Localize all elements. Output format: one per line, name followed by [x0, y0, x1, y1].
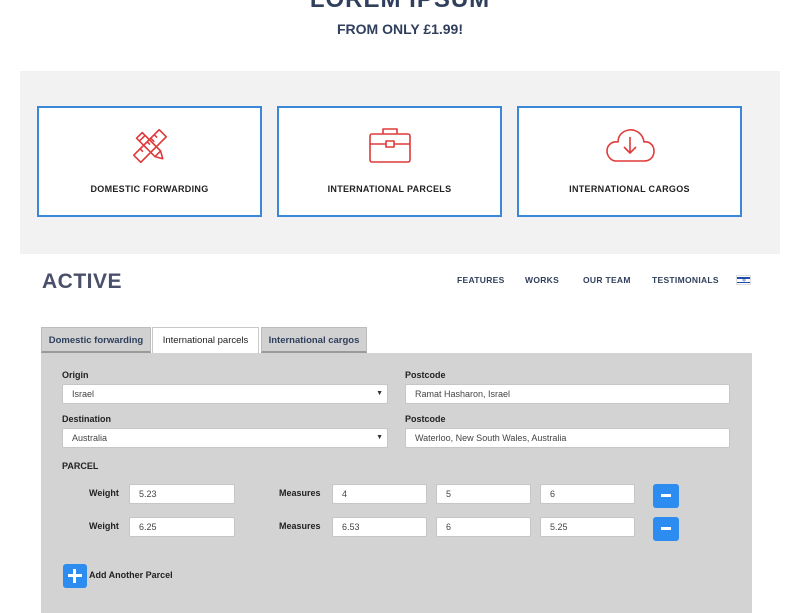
- add-parcel-button[interactable]: [63, 564, 87, 588]
- measure-height-input[interactable]: 6: [540, 484, 635, 504]
- origin-postcode-input[interactable]: Ramat Hasharon, Israel: [405, 384, 730, 404]
- service-label: DOMESTIC FORWARDING: [90, 184, 209, 194]
- measure-width-input[interactable]: 5: [436, 484, 531, 504]
- chevron-down-icon: ▼: [376, 390, 383, 397]
- destination-label: Destination: [62, 414, 112, 424]
- origin-select[interactable]: Israel ▼: [62, 384, 388, 404]
- nav-item-works[interactable]: WORKS: [525, 275, 559, 285]
- parcel-heading: PARCEL: [62, 461, 99, 471]
- tab-domestic-forwarding[interactable]: Domestic forwarding: [41, 327, 151, 353]
- add-parcel-label[interactable]: Add Another Parcel: [89, 570, 173, 580]
- measure-length-input[interactable]: 4: [332, 484, 427, 504]
- service-card-international-cargos[interactable]: INTERNATIONAL CARGOS: [517, 106, 742, 217]
- briefcase-icon: [368, 128, 411, 163]
- nav-item-features[interactable]: FEATURES: [457, 275, 505, 285]
- israel-flag-icon[interactable]: ✡: [736, 275, 751, 285]
- pencil-ruler-icon: [132, 128, 167, 164]
- tab-international-cargos[interactable]: International cargos: [261, 327, 367, 353]
- destination-postcode-label: Postcode: [405, 414, 446, 424]
- weight-input[interactable]: 5.23: [129, 484, 235, 504]
- measures-label: Measures: [279, 521, 321, 531]
- origin-label: Origin: [62, 370, 89, 380]
- destination-postcode-input[interactable]: Waterloo, New South Wales, Australia: [405, 428, 730, 448]
- hero-title: LOREM IPSUM: [0, 0, 800, 14]
- measure-height-input[interactable]: 5.25: [540, 517, 635, 537]
- service-card-domestic[interactable]: DOMESTIC FORWARDING: [37, 106, 262, 217]
- service-label: INTERNATIONAL CARGOS: [569, 184, 690, 194]
- remove-parcel-button[interactable]: [653, 517, 679, 541]
- chevron-down-icon: ▼: [376, 434, 383, 441]
- site-logo[interactable]: ACTIVE: [42, 270, 122, 294]
- shipping-form-panel: Origin Israel ▼ Postcode Ramat Hasharon,…: [41, 353, 752, 613]
- service-label: INTERNATIONAL PARCELS: [327, 184, 452, 194]
- weight-label: Weight: [89, 521, 119, 531]
- origin-value: Israel: [72, 389, 95, 399]
- destination-value: Australia: [72, 433, 108, 443]
- nav-item-testimonials[interactable]: TESTIMONIALS: [652, 275, 719, 285]
- cloud-download-icon: [605, 129, 655, 162]
- remove-parcel-button[interactable]: [653, 484, 679, 508]
- service-card-international-parcels[interactable]: INTERNATIONAL PARCELS: [277, 106, 502, 217]
- destination-select[interactable]: Australia ▼: [62, 428, 388, 448]
- measures-label: Measures: [279, 488, 321, 498]
- weight-label: Weight: [89, 488, 119, 498]
- measure-length-input[interactable]: 6.53: [332, 517, 427, 537]
- services-section: DOMESTIC FORWARDING INTERNATIONAL PARCEL…: [20, 71, 780, 254]
- tab-international-parcels[interactable]: International parcels: [152, 327, 259, 354]
- measure-width-input[interactable]: 6: [436, 517, 531, 537]
- origin-postcode-label: Postcode: [405, 370, 446, 380]
- hero-subtitle: FROM ONLY £1.99!: [336, 21, 464, 37]
- nav-item-our-team[interactable]: OUR TEAM: [583, 275, 631, 285]
- weight-input[interactable]: 6.25: [129, 517, 235, 537]
